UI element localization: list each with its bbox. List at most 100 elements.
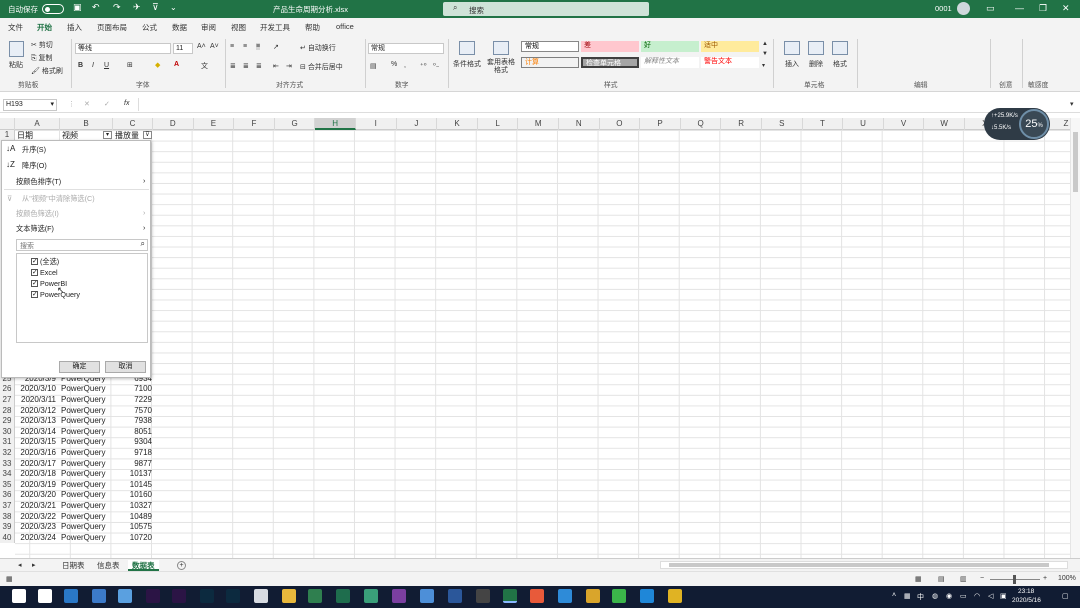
format-as-table-icon[interactable]	[493, 41, 509, 55]
calculator-icon[interactable]	[476, 589, 490, 603]
italic-button[interactable]: I	[92, 62, 94, 69]
row-header[interactable]: 26	[0, 384, 15, 395]
align-bottom-icon[interactable]: ≡	[256, 43, 261, 50]
col-header[interactable]: G	[275, 118, 316, 130]
cell-plays[interactable]: 10720	[113, 533, 153, 544]
insert-cells-button[interactable]: 插入	[785, 59, 799, 69]
cell-plays[interactable]: 8051	[113, 427, 153, 438]
checkbox-powerbi[interactable]: ✓	[31, 280, 38, 287]
row-header[interactable]: 31	[0, 437, 15, 448]
style-neutral[interactable]: 适中	[701, 41, 759, 52]
col-header[interactable]: S	[762, 118, 803, 130]
tray-chevron-icon[interactable]: ˄	[892, 592, 896, 599]
style-good[interactable]: 好	[641, 41, 699, 52]
cell-video[interactable]: PowerQuery	[60, 490, 114, 501]
col-header[interactable]: W	[924, 118, 965, 130]
row-header[interactable]: 38	[0, 511, 15, 523]
col-header[interactable]: R	[721, 118, 762, 130]
col-header[interactable]: U	[843, 118, 884, 130]
app-icon[interactable]	[364, 589, 378, 603]
minimize-icon[interactable]: —	[1015, 3, 1024, 13]
tab-developer[interactable]: 开发工具	[260, 22, 290, 33]
tab-home[interactable]: 开始	[37, 22, 52, 37]
align-right-icon[interactable]: ≣	[256, 62, 262, 70]
cell-date[interactable]: 2020/3/18	[15, 469, 58, 480]
cell-date[interactable]: 2020/3/24	[15, 533, 58, 544]
row-header[interactable]: 37	[0, 501, 15, 512]
cell-plays[interactable]: 7570	[113, 406, 153, 417]
underline-button[interactable]: U	[104, 62, 109, 69]
header-cell-date[interactable]: 日期	[15, 130, 60, 141]
header-cell-plays[interactable]: 播放量 ⊽	[113, 130, 153, 141]
col-header[interactable]: L	[478, 118, 519, 130]
orientation-icon[interactable]: ↗	[273, 43, 279, 51]
scrollbar-thumb[interactable]	[669, 563, 1049, 567]
tab-office[interactable]: office	[336, 22, 354, 31]
tab-insert[interactable]: 插入	[67, 22, 82, 33]
shrink-font-icon[interactable]: A˅	[210, 43, 219, 50]
clock-time[interactable]: 23:18	[1018, 588, 1034, 595]
header-cell-video[interactable]: 视频 ▾	[60, 130, 113, 141]
align-center-icon[interactable]: ≣	[243, 62, 249, 70]
col-header[interactable]: E	[194, 118, 235, 130]
notifications-icon[interactable]: ▢	[1062, 592, 1069, 600]
font-color-icon[interactable]: A	[174, 61, 179, 68]
cell-video[interactable]: PowerQuery	[60, 480, 114, 491]
font-name-select[interactable]: 等线	[75, 43, 171, 54]
merge-center-button[interactable]: ⊟ 合并后居中	[300, 62, 343, 72]
col-header[interactable]: H	[315, 118, 356, 130]
col-header[interactable]: O	[600, 118, 641, 130]
cell-date[interactable]: 2020/3/16	[15, 448, 58, 459]
row-header[interactable]: 34	[0, 469, 15, 480]
add-sheet-icon[interactable]: +	[177, 561, 186, 570]
normal-view-icon[interactable]: ▦	[915, 575, 922, 583]
word-icon[interactable]	[448, 589, 462, 603]
zoom-in-icon[interactable]: +	[1043, 575, 1047, 582]
scrollbar-thumb[interactable]	[1073, 132, 1078, 192]
tab-view[interactable]: 视图	[231, 22, 246, 33]
cell-video[interactable]: PowerQuery	[60, 437, 114, 448]
cell-plays[interactable]: 10145	[113, 480, 153, 491]
cell-plays[interactable]: 7938	[113, 416, 153, 427]
col-header[interactable]: M	[518, 118, 559, 130]
undo-icon[interactable]: ↶	[92, 2, 100, 13]
cell-plays[interactable]: 9304	[113, 437, 153, 448]
comma-icon[interactable]: ,	[404, 62, 406, 69]
search-icon[interactable]	[38, 589, 52, 603]
cell-plays[interactable]: 10575	[113, 522, 153, 533]
col-header[interactable]: Q	[681, 118, 722, 130]
save-icon[interactable]: ▣	[73, 2, 82, 13]
col-header[interactable]: N	[559, 118, 600, 130]
autosave-toggle[interactable]	[42, 4, 64, 14]
cell-date[interactable]: 2020/3/21	[15, 501, 58, 512]
tab-help[interactable]: 帮助	[305, 22, 320, 33]
row-header[interactable]: 32	[0, 448, 15, 459]
next-sheet-icon[interactable]: ▸	[28, 560, 40, 571]
cell-grid[interactable]	[15, 130, 1070, 558]
cell-video[interactable]: PowerQuery	[60, 512, 114, 523]
vertical-scrollbar[interactable]	[1070, 118, 1080, 558]
onenote-icon[interactable]	[392, 589, 406, 603]
sheet-tab[interactable]: 信息表	[93, 560, 124, 571]
cell-date[interactable]: 2020/3/20	[15, 490, 58, 501]
zoom-slider-handle[interactable]	[1013, 575, 1016, 584]
cell-video[interactable]: PowerQuery	[60, 448, 114, 459]
cell-date[interactable]: 2020/3/14	[15, 427, 58, 438]
cell-plays[interactable]: 10327	[113, 501, 153, 512]
wifi-icon[interactable]: ◠	[974, 592, 980, 600]
cell-plays[interactable]: 10137	[113, 469, 153, 480]
col-header[interactable]: J	[397, 118, 438, 130]
style-check-cell[interactable]: 检查单元格	[581, 57, 639, 68]
style-normal[interactable]: 常规	[521, 41, 579, 52]
wrap-text-button[interactable]: ↵ 自动换行	[300, 43, 336, 53]
tab-file[interactable]: 文件	[8, 22, 23, 33]
cell-date[interactable]: 2020/3/15	[15, 437, 58, 448]
cell-date[interactable]: 2020/3/12	[15, 406, 58, 417]
sheet-tab[interactable]: 日期表	[58, 560, 89, 571]
row-header[interactable]: 39	[0, 522, 15, 533]
sort-color-item[interactable]: 按颜色排序(T)	[16, 177, 61, 187]
chrome-icon[interactable]	[586, 589, 600, 603]
row-header[interactable]: 28	[0, 405, 15, 417]
row-header[interactable]: 1	[0, 130, 15, 141]
cell-plays[interactable]: 9877	[113, 459, 153, 470]
